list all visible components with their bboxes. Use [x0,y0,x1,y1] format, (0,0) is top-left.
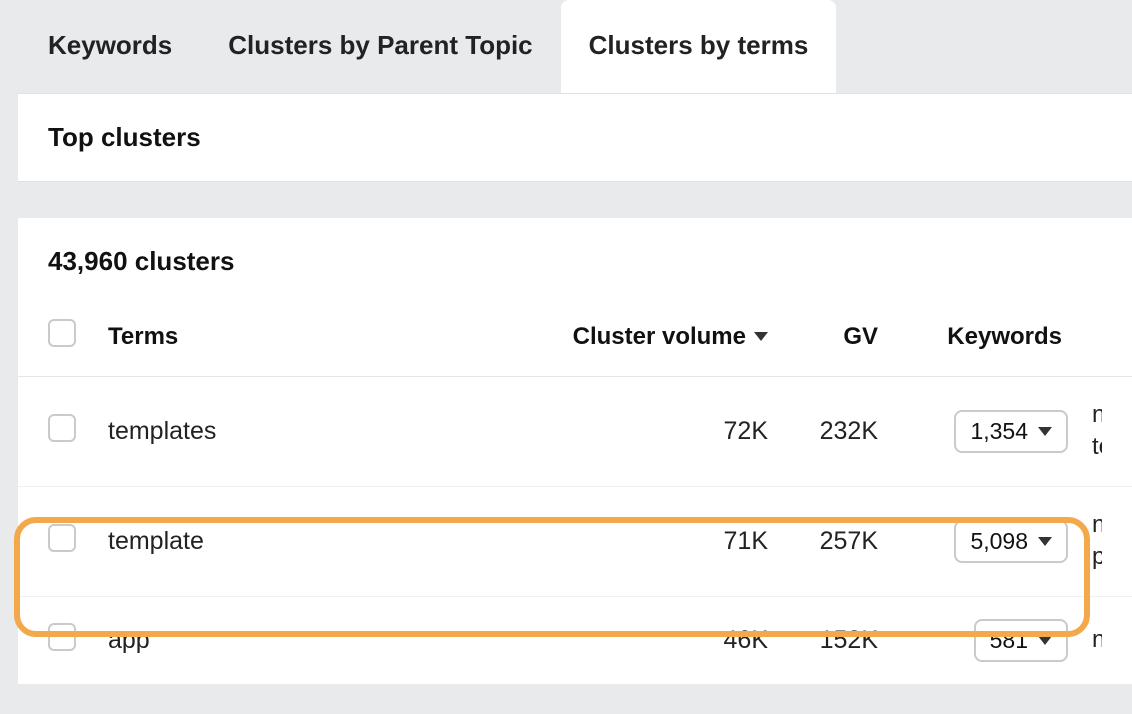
column-keywords[interactable]: Keywords [878,323,1068,351]
keywords-count: 1,354 [970,418,1028,445]
gv-cell: 257K [768,527,878,556]
chevron-down-icon [1038,636,1052,645]
tab-clusters-parent[interactable]: Clusters by Parent Topic [200,0,560,93]
row-checkbox[interactable] [48,524,76,552]
clusters-card: 43,960 clusters Terms Cluster volume GV … [18,218,1132,684]
table-row: templates 72K 232K 1,354 not ten [18,377,1132,487]
tab-clusters-terms[interactable]: Clusters by terms [561,0,837,93]
column-terms[interactable]: Terms [108,323,548,351]
chevron-down-icon [1038,427,1052,436]
term-cell[interactable]: app [108,626,548,655]
select-all-checkbox[interactable] [48,319,76,347]
sort-desc-icon [754,332,768,341]
cluster-volume-cell: 72K [548,417,768,446]
column-cluster-volume[interactable]: Cluster volume [548,323,768,351]
row-checkbox[interactable] [48,414,76,442]
table-row: app 46K 152K 581 not [18,597,1132,684]
top-clusters-bar: Top clusters [18,93,1132,182]
keywords-count: 581 [990,627,1028,654]
row-checkbox[interactable] [48,623,76,651]
term-cell[interactable]: templates [108,417,548,446]
extra-cell: not ten [1068,399,1102,464]
cluster-count: 43,960 clusters [18,218,1132,313]
cluster-volume-cell: 46K [548,626,768,655]
keywords-dropdown[interactable]: 1,354 [954,410,1068,453]
gv-cell: 152K [768,626,878,655]
table-row: template 71K 257K 5,098 not pro [18,487,1132,597]
gv-cell: 232K [768,417,878,446]
chevron-down-icon [1038,537,1052,546]
column-cluster-volume-label: Cluster volume [573,323,746,351]
term-cell[interactable]: template [108,527,548,556]
keywords-dropdown[interactable]: 581 [974,619,1068,662]
extra-cell: not [1068,626,1102,654]
tab-keywords[interactable]: Keywords [20,0,200,93]
keywords-dropdown[interactable]: 5,098 [954,520,1068,563]
cluster-volume-cell: 71K [548,527,768,556]
table-header: Terms Cluster volume GV Keywords [18,313,1132,377]
tabs: Keywords Clusters by Parent Topic Cluste… [0,0,1132,93]
keywords-count: 5,098 [970,528,1028,555]
top-clusters-title: Top clusters [48,122,201,152]
extra-cell: not pro [1068,509,1102,574]
column-gv[interactable]: GV [768,323,878,351]
